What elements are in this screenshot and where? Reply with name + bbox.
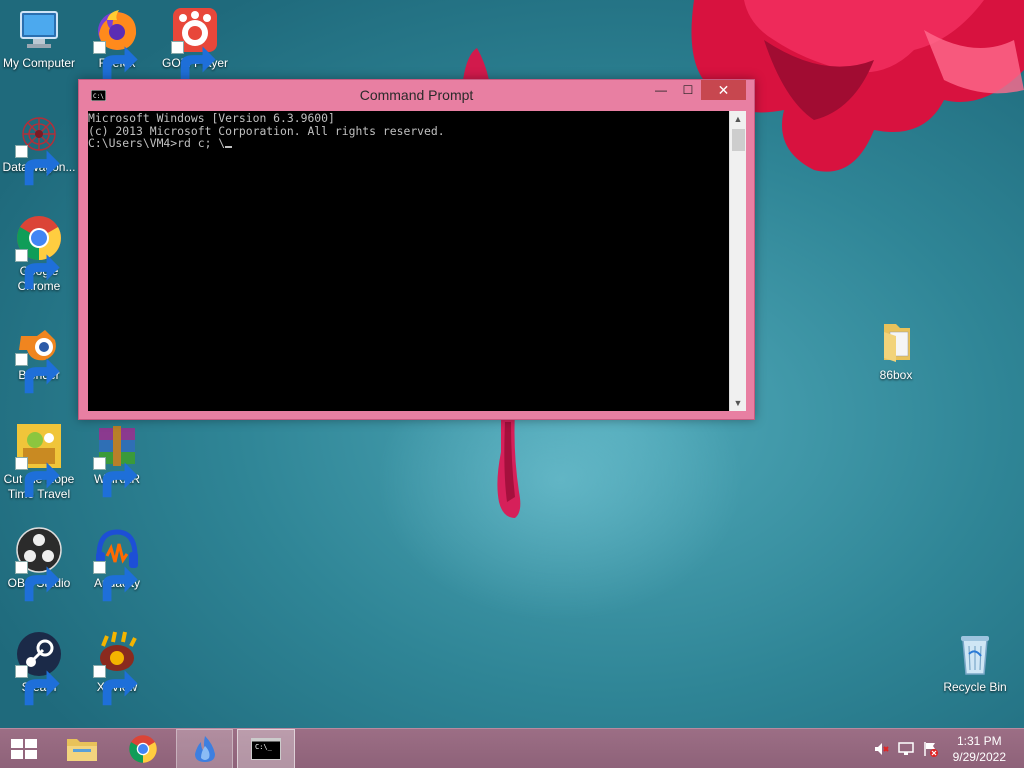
wallpaper-stem [497,412,521,518]
desktop-icon-86box[interactable]: 86box [857,318,935,383]
desktop-icon-my-computer[interactable]: My Computer [0,6,78,71]
shortcut-arrow-icon [93,665,138,706]
text-cursor [225,146,233,148]
desktop-icon-datawagon[interactable]: DataWagon... [0,110,78,186]
shortcut-arrow-icon [15,561,60,602]
desktop: My Computer Firefox GOM Player [0,0,1024,728]
desktop-icon-gom-player[interactable]: GOM Player [156,6,234,82]
desktop-icon-cut-the-rope[interactable]: Cut the Rope Time Travel [0,422,78,502]
console-output[interactable]: Microsoft Windows [Version 6.3.9600] (c) … [88,111,729,411]
shortcut-arrow-icon [171,41,216,82]
taskbar-file-explorer[interactable] [56,729,108,768]
desktop-icon-label: Recycle Bin [943,680,1007,694]
shortcut-arrow-icon [15,353,60,394]
volume-muted-icon[interactable] [873,741,889,757]
computer-icon [20,11,58,48]
desktop-icon-label: My Computer [2,56,76,70]
maximize-button[interactable]: ☐ [675,80,701,100]
shortcut-arrow-icon [93,457,138,498]
network-icon[interactable] [898,741,914,757]
blue-flame-icon [194,736,215,762]
shortcut-arrow-icon [15,457,60,498]
shortcut-arrow-icon [93,561,138,602]
shortcut-arrow-icon [15,249,60,290]
console-line: C:\Users\VM4>rd c; \ [88,136,226,150]
desktop-icon-xnview[interactable]: XnView [78,630,156,706]
command-prompt-window[interactable]: C:\ Command Prompt — ☐ ✕ Microsoft Windo… [78,79,755,420]
desktop-icon-winrar[interactable]: WinRAR [78,422,156,498]
desktop-icon-blender[interactable]: Blender [0,318,78,394]
wallpaper-bud [463,48,489,80]
recycle-bin-icon [961,636,989,675]
desktop-icon-steam[interactable]: Steam [0,630,78,706]
desktop-icon-audacity[interactable]: Audacity [78,526,156,602]
shortcut-arrow-icon [15,145,60,186]
folder-icon [67,739,97,761]
desktop-icon-obs-studio[interactable]: OBS Studio [0,526,78,602]
console-prompt-line: C:\Users\VM4>rd c; \ [88,137,729,150]
system-clock[interactable]: 1:31 PM 9/29/2022 [953,733,1006,765]
console-line: Microsoft Windows [Version 6.3.9600] [88,111,335,125]
desktop-icon-google-chrome[interactable]: Google Chrome [0,214,78,294]
taskbar-google-chrome[interactable] [116,729,170,768]
desktop-icon-firefox[interactable]: Firefox [78,6,156,82]
desktop-icon-label: 86box [879,368,913,382]
shortcut-arrow-icon [15,665,60,706]
window-titlebar[interactable]: C:\ Command Prompt — ☐ ✕ [79,80,754,110]
clock-time: 1:31 PM [956,734,1002,748]
scroll-up-arrow-icon[interactable]: ▲ [730,111,746,127]
shortcut-arrow-icon [93,41,138,82]
folder-icon [884,324,910,362]
action-center-flag-icon[interactable] [922,741,938,757]
taskbar-app-button[interactable] [176,729,233,768]
chrome-icon [129,735,157,763]
minimize-button[interactable]: — [647,80,675,100]
taskbar-command-prompt[interactable]: C:\_ [237,729,295,768]
windows-logo-icon [11,739,37,759]
scroll-down-arrow-icon[interactable]: ▼ [730,395,746,411]
start-button[interactable] [0,729,48,768]
close-button[interactable]: ✕ [701,80,746,100]
desktop-icon-recycle-bin[interactable]: Recycle Bin [936,630,1014,695]
taskbar: C:\_ 1:31 PM 9/29/2022 [0,728,1024,768]
vertical-scrollbar[interactable]: ▲ ▼ [729,111,746,411]
clock-date: 9/29/2022 [952,750,1006,764]
scrollbar-thumb[interactable] [732,129,745,151]
taskbar-cmd-thumb-text: C:\_ [255,743,272,751]
